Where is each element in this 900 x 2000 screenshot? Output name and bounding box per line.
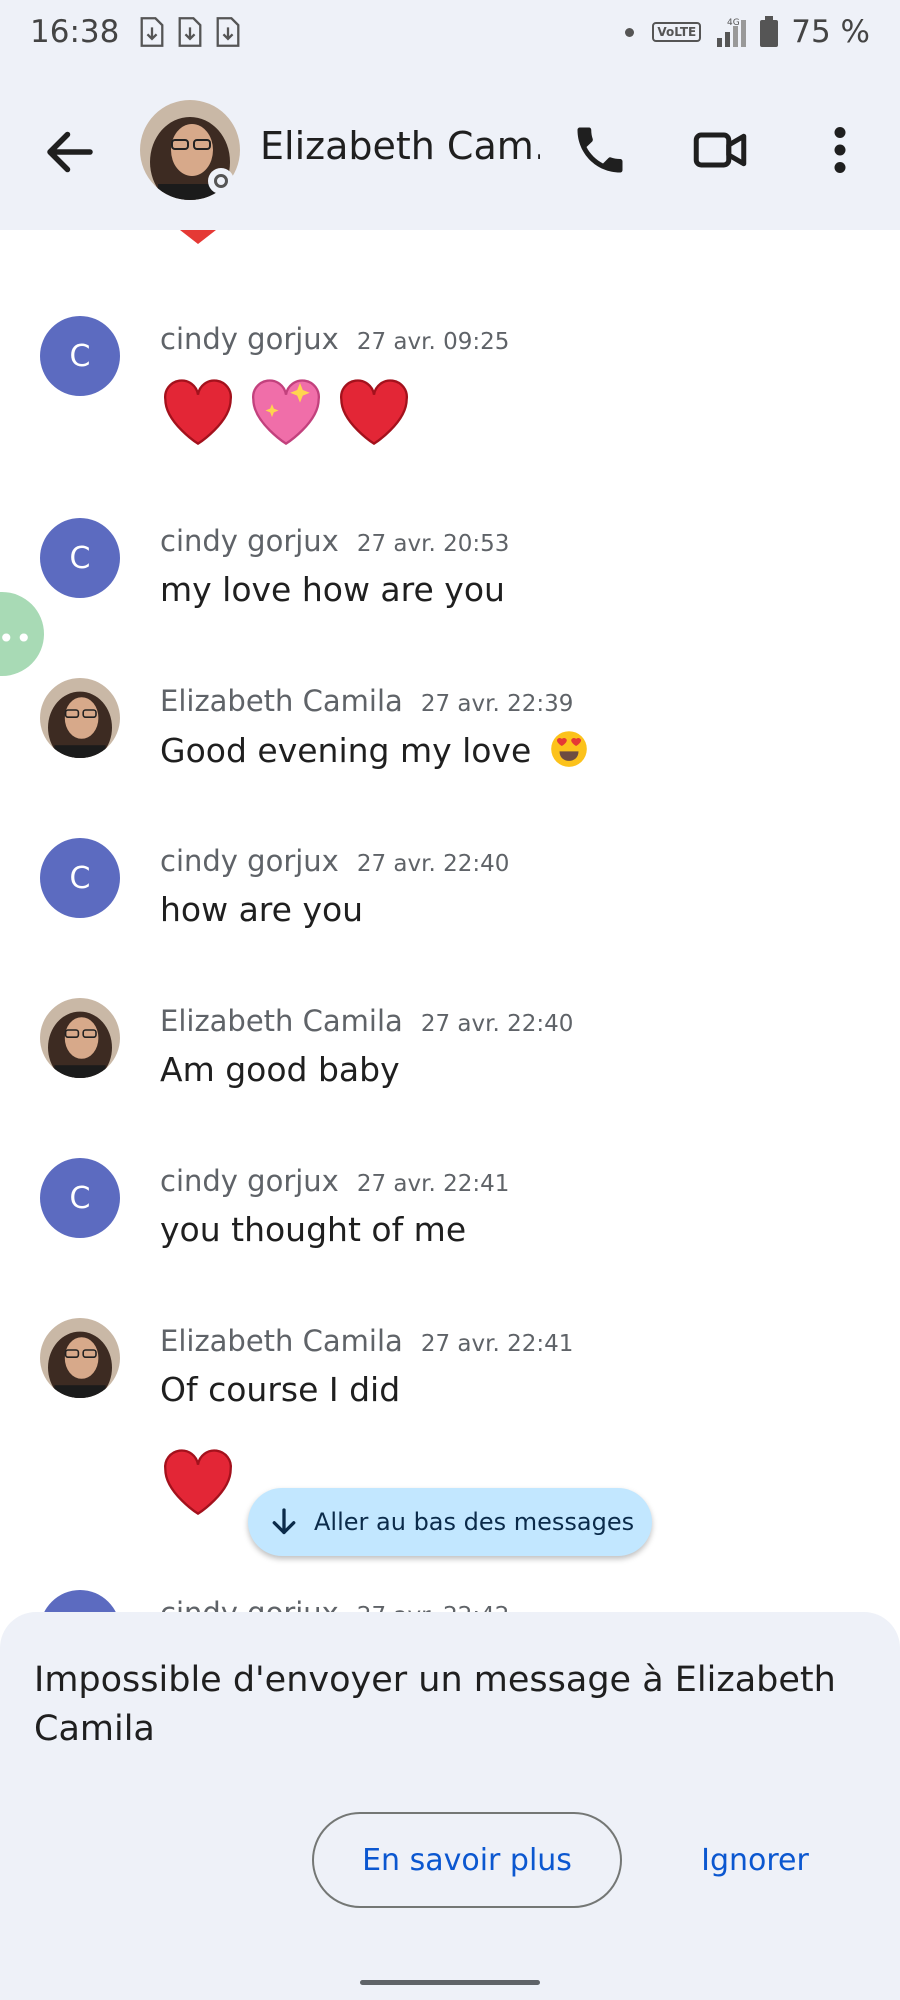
sparkling-heart-icon (252, 379, 320, 446)
gesture-navigation-bar[interactable] (360, 1980, 540, 1985)
notification-dot-icon (625, 27, 635, 37)
sender-name: cindy gorjux (160, 322, 339, 356)
presence-indicator-icon (208, 168, 234, 194)
phone-call-icon[interactable] (570, 120, 630, 180)
sender-avatar[interactable]: C (40, 518, 120, 598)
video-call-icon[interactable] (690, 120, 750, 180)
sender-avatar[interactable] (40, 678, 120, 758)
jump-to-bottom-label: Aller au bas des messages (314, 1508, 635, 1536)
status-right: VoLTE 4G 75 % (625, 14, 870, 50)
message-time: 27 avr. 22:39 (420, 691, 574, 717)
message-header: Elizabeth Camila 27 avr. 22:39 (160, 684, 573, 718)
sender-avatar[interactable]: C (40, 1590, 120, 1612)
sender-name: cindy gorjux (160, 1164, 339, 1198)
chat-head-dots-icon: •• (0, 622, 34, 655)
message-header: Elizabeth Camila 27 avr. 22:41 (160, 1324, 573, 1358)
message-header: cindy gorjux 27 avr. 09:25 (160, 322, 509, 356)
message-header: cindy gorjux 27 avr. 22:42 (160, 1596, 509, 1612)
red-heart-icon (164, 379, 232, 446)
message-text: Good evening my love (160, 730, 588, 770)
message-time: 27 avr. 22:40 (356, 851, 510, 877)
message-header: Elizabeth Camila 27 avr. 22:40 (160, 1004, 573, 1038)
more-options-icon[interactable] (810, 120, 870, 180)
red-heart-icon (340, 379, 408, 446)
battery-icon (760, 16, 779, 47)
dismiss-button[interactable]: Ignorer (680, 1812, 830, 1908)
sender-name: cindy gorjux (160, 844, 339, 878)
download-notification-icon (140, 17, 164, 47)
sender-avatar[interactable]: C (40, 1158, 120, 1238)
back-arrow-icon[interactable] (40, 122, 100, 182)
message-time: 27 avr. 22:41 (420, 1331, 574, 1357)
message-text: Of course I did (160, 1370, 401, 1409)
emoji-message (160, 376, 412, 446)
message-time: 27 avr. 09:25 (356, 329, 510, 355)
heart-eyes-emoji-icon (551, 731, 587, 767)
message-text: how are you (160, 890, 364, 929)
battery-level: 75 % (791, 14, 870, 50)
sender-name: cindy gorjux (160, 524, 339, 558)
sender-name: cindy gorjux (160, 1596, 339, 1612)
volte-badge: VoLTE (652, 22, 702, 42)
download-notification-icon (216, 17, 240, 47)
message-time: 27 avr. 22:41 (356, 1171, 510, 1197)
jump-to-bottom-button[interactable]: Aller au bas des messages (248, 1488, 652, 1556)
sender-avatar[interactable]: C (40, 316, 120, 396)
message-item[interactable]: C cindy gorjux 27 avr. 22:42 (0, 1590, 900, 1612)
sender-photo (40, 1318, 120, 1398)
message-header: cindy gorjux 27 avr. 22:40 (160, 844, 509, 878)
sender-avatar[interactable] (40, 1318, 120, 1398)
message-time: 27 avr. 22:42 (357, 1603, 510, 1612)
arrow-down-icon (272, 1508, 296, 1535)
message-header: cindy gorjux 27 avr. 20:53 (160, 524, 509, 558)
sender-photo (40, 678, 120, 758)
contact-name[interactable]: Elizabeth Cam… (260, 124, 540, 168)
chat-head-bubble[interactable]: •• (0, 592, 44, 676)
sender-name: Elizabeth Camila (160, 684, 403, 718)
message-text: my love how are you (160, 570, 505, 609)
sender-name: Elizabeth Camila (160, 1324, 403, 1358)
status-bar: 16:38 VoLTE 4G 75 % (0, 0, 900, 70)
heart-emoji-icon (180, 230, 216, 244)
sender-photo (40, 998, 120, 1078)
download-notification-icon (178, 17, 202, 47)
status-time: 16:38 (30, 14, 120, 50)
message-time: 27 avr. 20:53 (356, 531, 510, 557)
message-text: you thought of me (160, 1210, 467, 1249)
message-text-content: Good evening my love (160, 731, 532, 770)
red-heart-icon (164, 1449, 232, 1516)
cannot-send-sheet: Impossible d'envoyer un message à Elizab… (0, 1612, 900, 2000)
message-text: Am good baby (160, 1050, 400, 1089)
sender-name: Elizabeth Camila (160, 1004, 403, 1038)
sender-avatar[interactable]: C (40, 838, 120, 918)
cannot-send-message: Impossible d'envoyer un message à Elizab… (34, 1660, 836, 1749)
notification-icons (138, 16, 242, 48)
signal-icon: 4G (717, 18, 747, 47)
conversation-header: Elizabeth Cam… (0, 70, 900, 230)
learn-more-button[interactable]: En savoir plus (312, 1812, 622, 1908)
emoji-message (160, 1446, 236, 1516)
message-header: cindy gorjux 27 avr. 22:41 (160, 1164, 509, 1198)
message-time: 27 avr. 22:40 (420, 1011, 574, 1037)
sender-avatar[interactable] (40, 998, 120, 1078)
